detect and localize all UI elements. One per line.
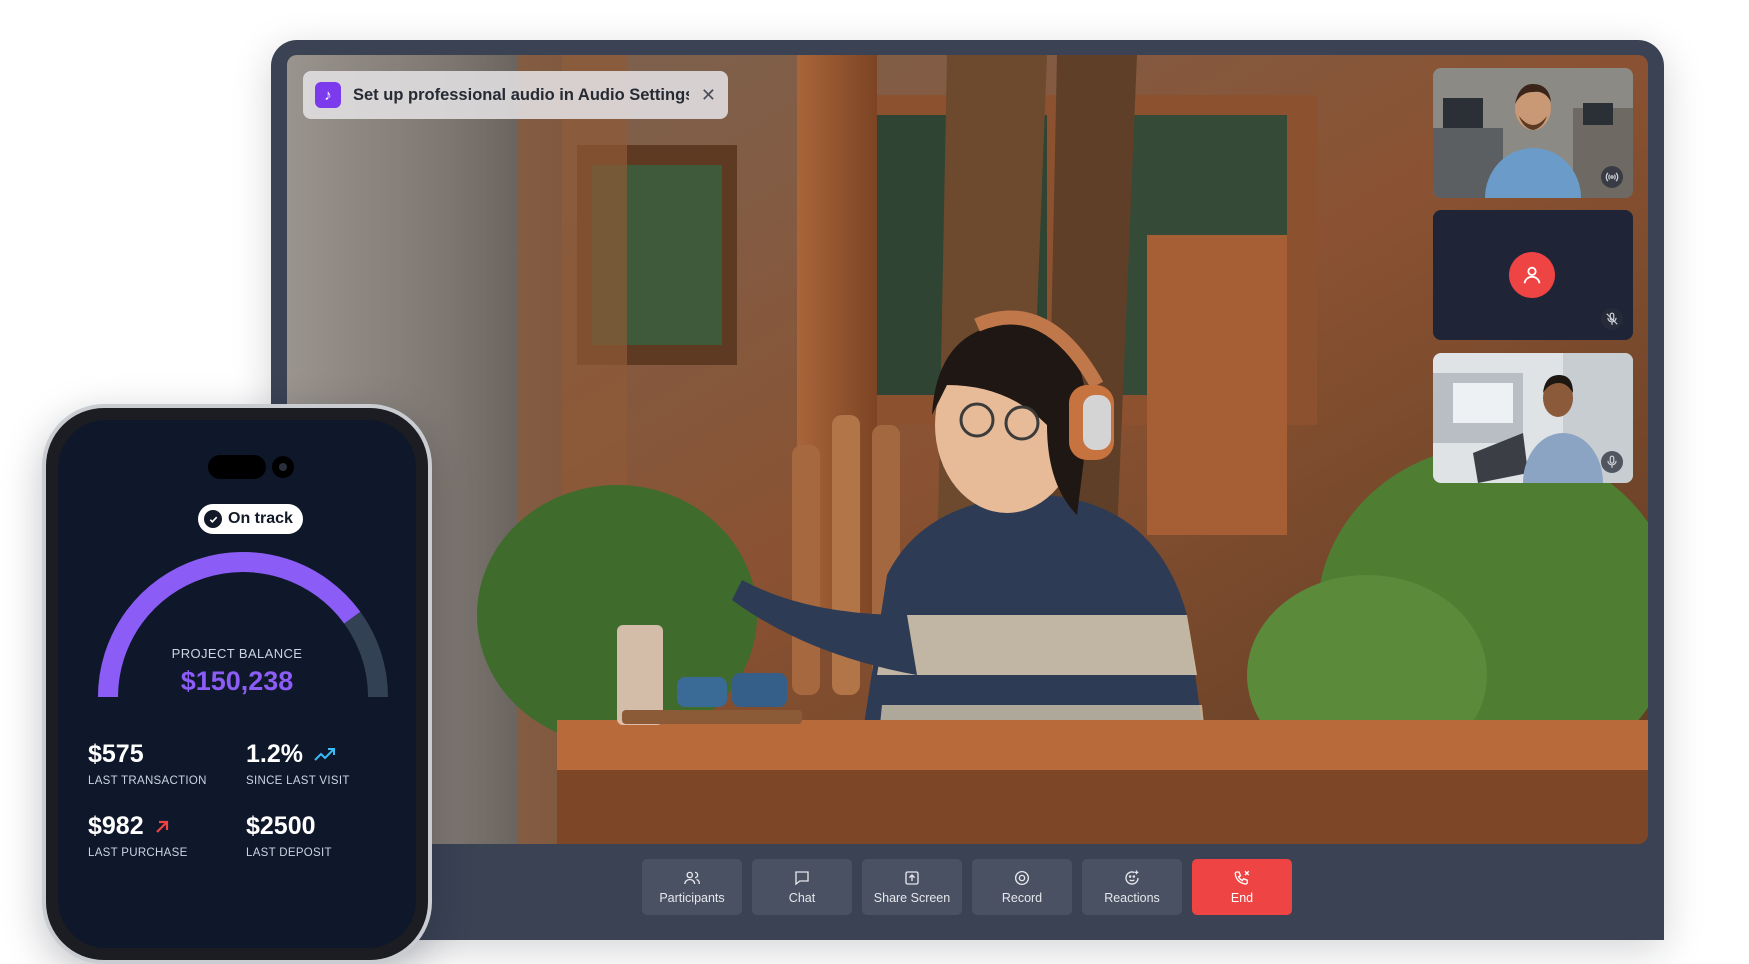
- status-badge: On track: [198, 504, 303, 534]
- reactions-button[interactable]: Reactions: [1082, 859, 1182, 915]
- balance-value: $150,238: [180, 666, 294, 696]
- phone-device: On track PROJECT BALANCE $150,238 $575 L…: [42, 404, 432, 964]
- record-label: Record: [1001, 891, 1043, 905]
- main-video[interactable]: ♪ Set up professional audio in Audio Set…: [287, 55, 1648, 844]
- chat-icon: [795, 871, 809, 886]
- music-note-icon: ♪: [315, 82, 341, 108]
- reactions-label: Reactions: [1104, 891, 1160, 905]
- microphone-off-icon: [1601, 308, 1623, 330]
- chat-button[interactable]: Chat: [752, 859, 852, 915]
- participant-tile[interactable]: [1433, 353, 1633, 483]
- stat-since-last-visit: 1.2% SINCE LAST VISIT: [246, 740, 350, 787]
- chat-label: Chat: [788, 891, 816, 905]
- share-screen-label: Share Screen: [873, 891, 951, 905]
- arrow-up-right-icon: [155, 820, 168, 833]
- microphone-icon: [1601, 451, 1623, 473]
- check-circle-icon: [204, 510, 222, 528]
- close-icon[interactable]: ✕: [701, 86, 716, 104]
- record-icon: [1014, 870, 1030, 886]
- stat-label: SINCE LAST VISIT: [246, 775, 350, 787]
- stat-value: $2500: [246, 812, 316, 840]
- users-icon: [684, 871, 701, 885]
- stat-value: $982: [88, 812, 144, 840]
- trending-up-icon: [314, 747, 335, 761]
- share-screen-icon: [905, 871, 919, 885]
- broadcast-icon: [1601, 166, 1623, 188]
- participant-tile[interactable]: [1433, 68, 1633, 198]
- camera-icon: [272, 456, 294, 478]
- stat-label: LAST TRANSACTION: [88, 775, 207, 787]
- end-label: End: [1230, 891, 1254, 905]
- phone-screen: On track PROJECT BALANCE $150,238 $575 L…: [58, 420, 416, 948]
- stat-last-transaction: $575 LAST TRANSACTION: [88, 740, 207, 787]
- dynamic-island: [208, 455, 266, 479]
- participants-label: Participants: [659, 891, 725, 905]
- reactions-icon: [1125, 870, 1139, 885]
- stat-last-deposit: $2500 LAST DEPOSIT: [246, 812, 332, 859]
- phone-hangup-icon: [1234, 870, 1250, 885]
- participants-button[interactable]: Participants: [642, 859, 742, 915]
- balance-label: PROJECT BALANCE: [171, 646, 303, 661]
- end-call-button[interactable]: End: [1192, 859, 1292, 915]
- audio-settings-toast[interactable]: ♪ Set up professional audio in Audio Set…: [303, 71, 728, 119]
- toast-message: Set up professional audio in Audio Setti…: [353, 85, 689, 104]
- record-button[interactable]: Record: [972, 859, 1072, 915]
- participant-tile[interactable]: [1433, 210, 1633, 340]
- badge-label: On track: [228, 510, 293, 527]
- stat-label: LAST DEPOSIT: [246, 847, 332, 859]
- share-screen-button[interactable]: Share Screen: [862, 859, 962, 915]
- user-avatar-icon: [1509, 252, 1555, 298]
- video-call-window: ♪ Set up professional audio in Audio Set…: [271, 40, 1664, 940]
- call-controls: Participants Chat Share Screen Record Re…: [642, 859, 1292, 915]
- stat-label: LAST PURCHASE: [88, 847, 188, 859]
- stat-last-purchase: $982 LAST PURCHASE: [88, 812, 188, 859]
- stat-value: 1.2%: [246, 740, 303, 768]
- stat-value: $575: [88, 740, 144, 768]
